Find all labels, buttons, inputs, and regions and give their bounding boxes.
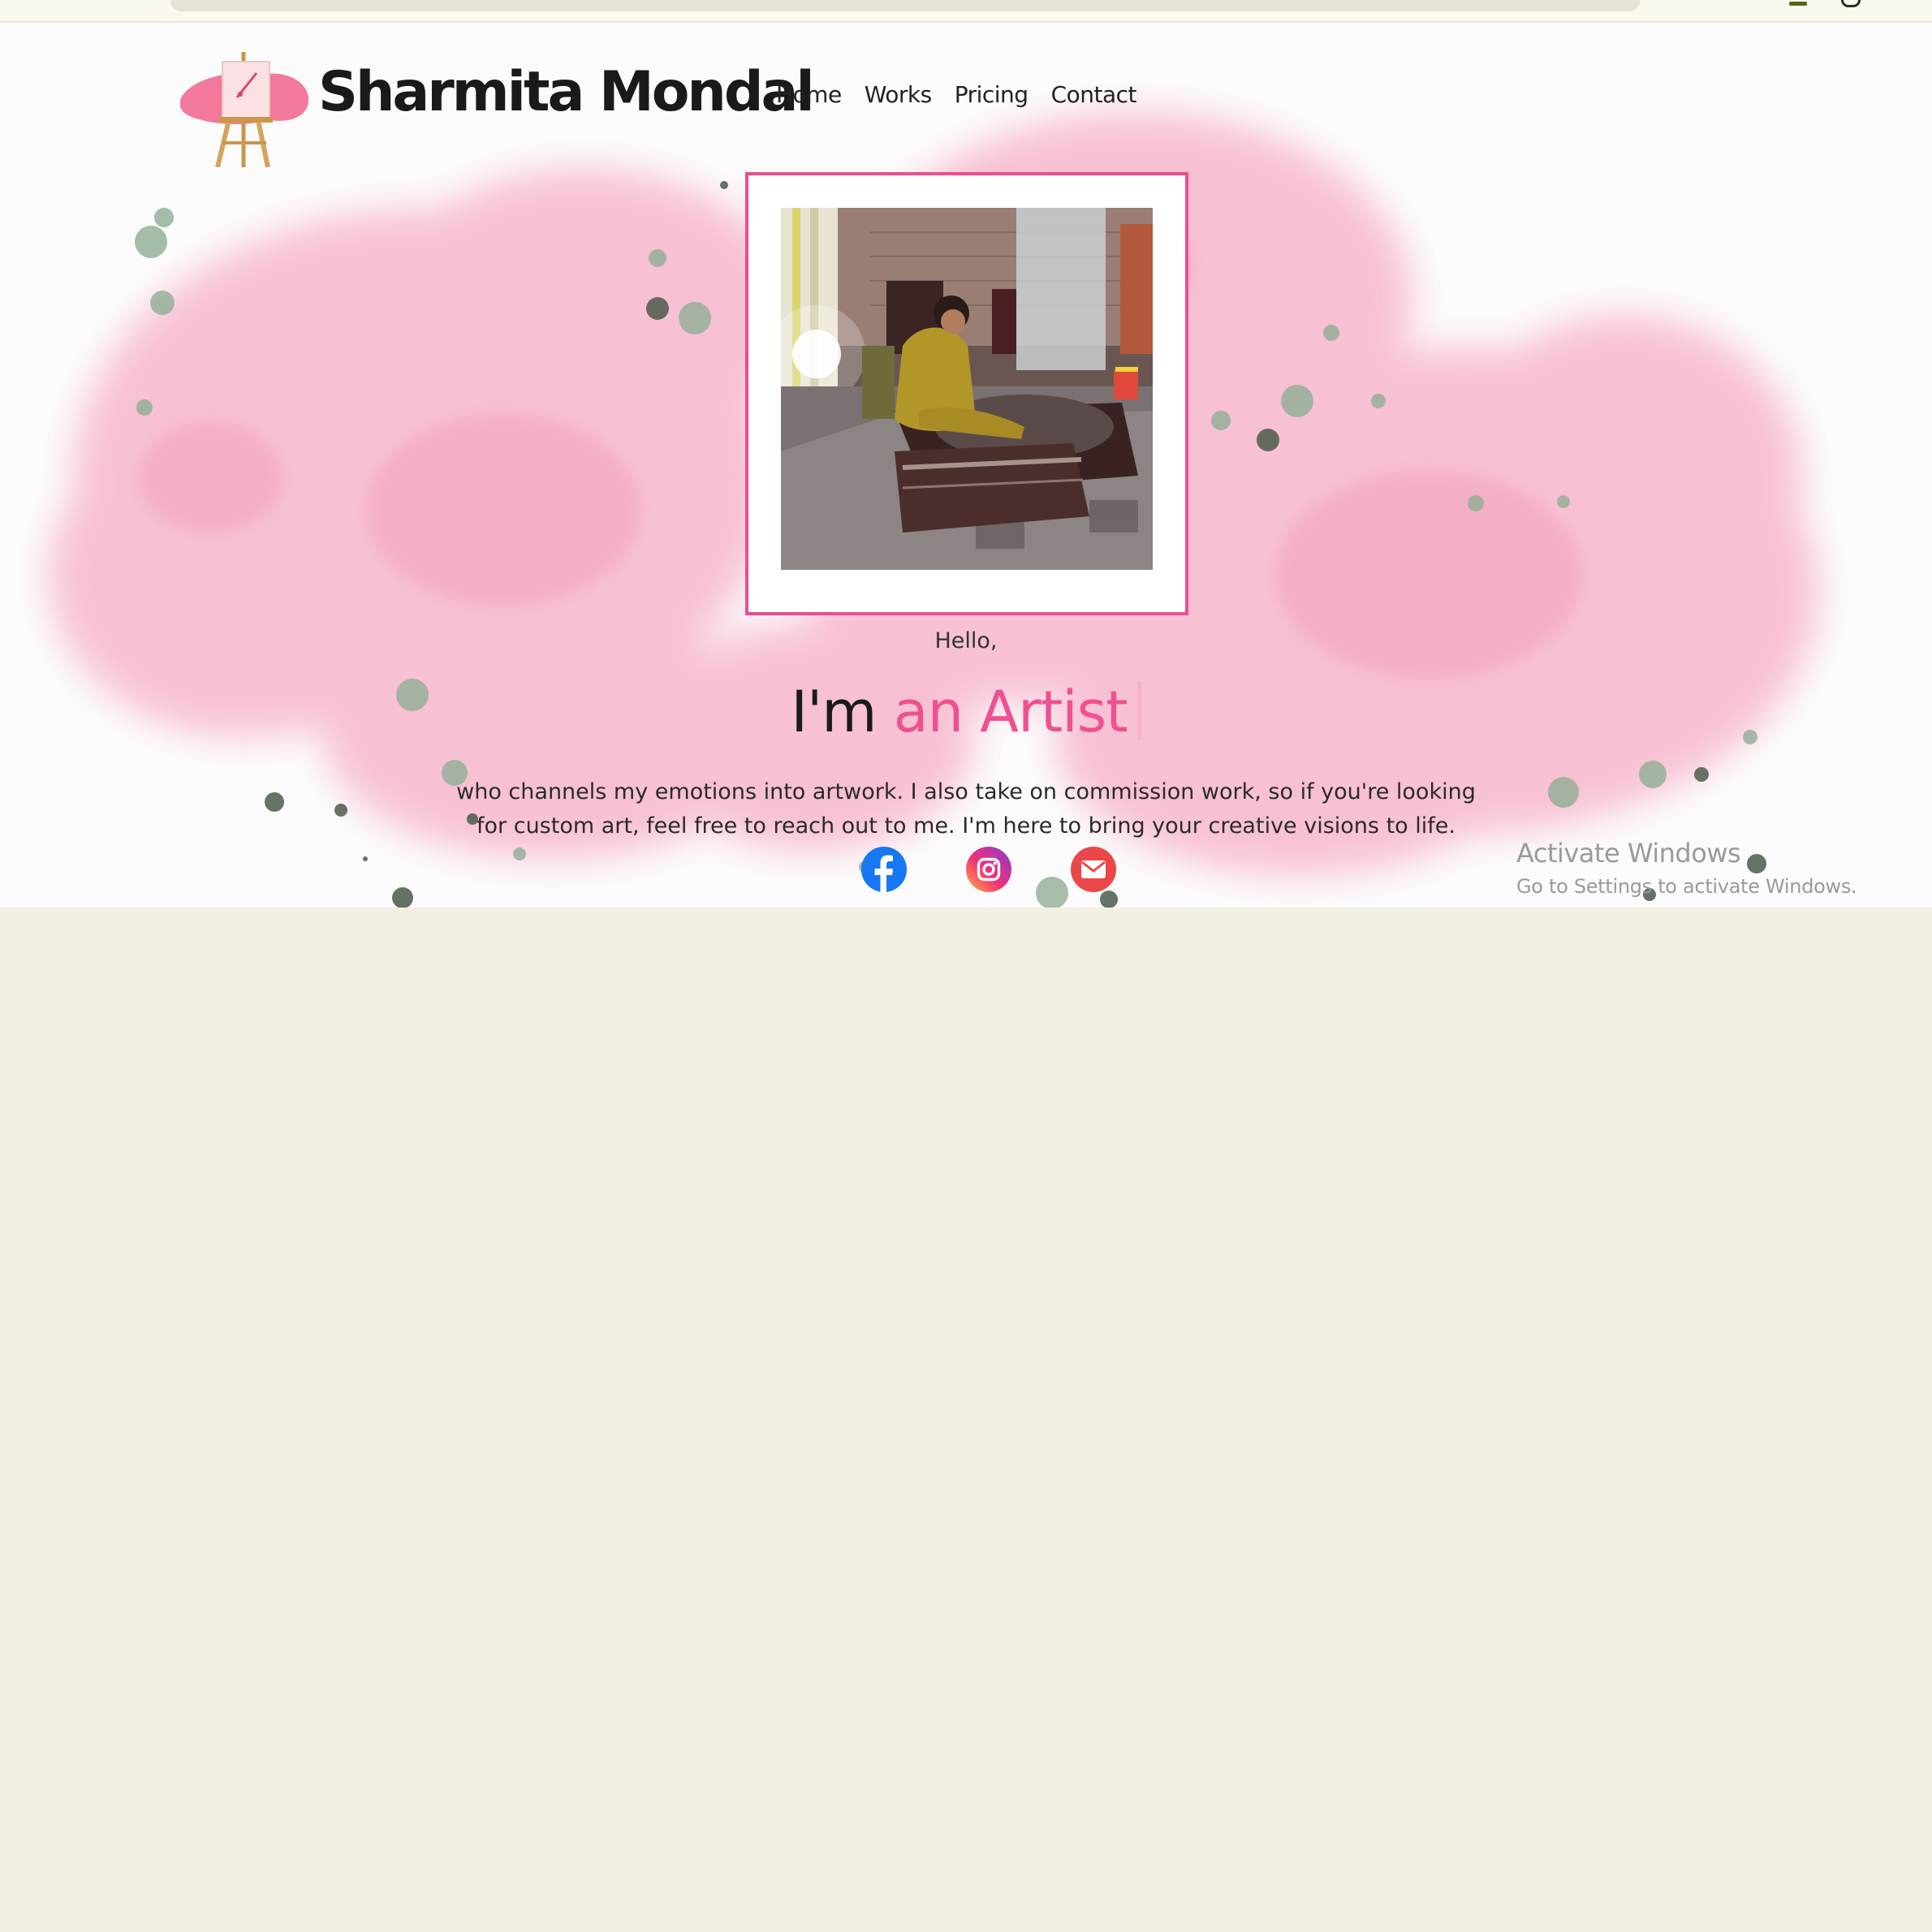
mail-icon — [1071, 847, 1116, 892]
address-bar[interactable] — [170, 0, 1640, 11]
hero-headline: I'm an Artist — [0, 679, 1932, 745]
facebook-icon — [861, 847, 907, 893]
typing-caret — [1136, 681, 1141, 740]
brand-name[interactable]: Sharmita Mondal — [318, 60, 815, 124]
hero-prefix: I'm — [791, 679, 877, 745]
hero-greeting: Hello, — [934, 628, 998, 653]
artist-at-work-photo — [781, 208, 1153, 570]
facebook-link[interactable] — [860, 846, 908, 893]
site-page: Sharmita Mondal Home Works Pricing Conta… — [0, 23, 1932, 908]
instagram-icon — [966, 847, 1011, 892]
hero-bio: who channels my emotions into artwork. I… — [456, 779, 1476, 839]
watermark-title: Activate Windows — [1516, 838, 1741, 869]
nav-link-works[interactable]: Works — [865, 81, 933, 108]
hero-role-typewriter: an Artist — [893, 679, 1128, 745]
nav-link-pricing[interactable]: Pricing — [955, 81, 1029, 108]
nav-link-contact[interactable]: Contact — [1051, 81, 1137, 108]
instagram-link[interactable] — [965, 846, 1012, 893]
email-link[interactable] — [1070, 846, 1117, 893]
minimize-icon[interactable] — [1789, 2, 1807, 6]
easel-logo[interactable] — [180, 45, 312, 167]
nav-link-home[interactable]: Home — [776, 81, 842, 108]
browser-toolbar — [0, 0, 1932, 23]
profile-photo-frame — [745, 172, 1188, 615]
profile-icon[interactable] — [1841, 0, 1861, 7]
main-nav: Home Works Pricing Contact — [776, 81, 1137, 108]
windows-activation-watermark: Activate Windows Go to Settings to activ… — [1516, 838, 1857, 898]
watermark-subtitle: Go to Settings to activate Windows. — [1516, 875, 1857, 898]
